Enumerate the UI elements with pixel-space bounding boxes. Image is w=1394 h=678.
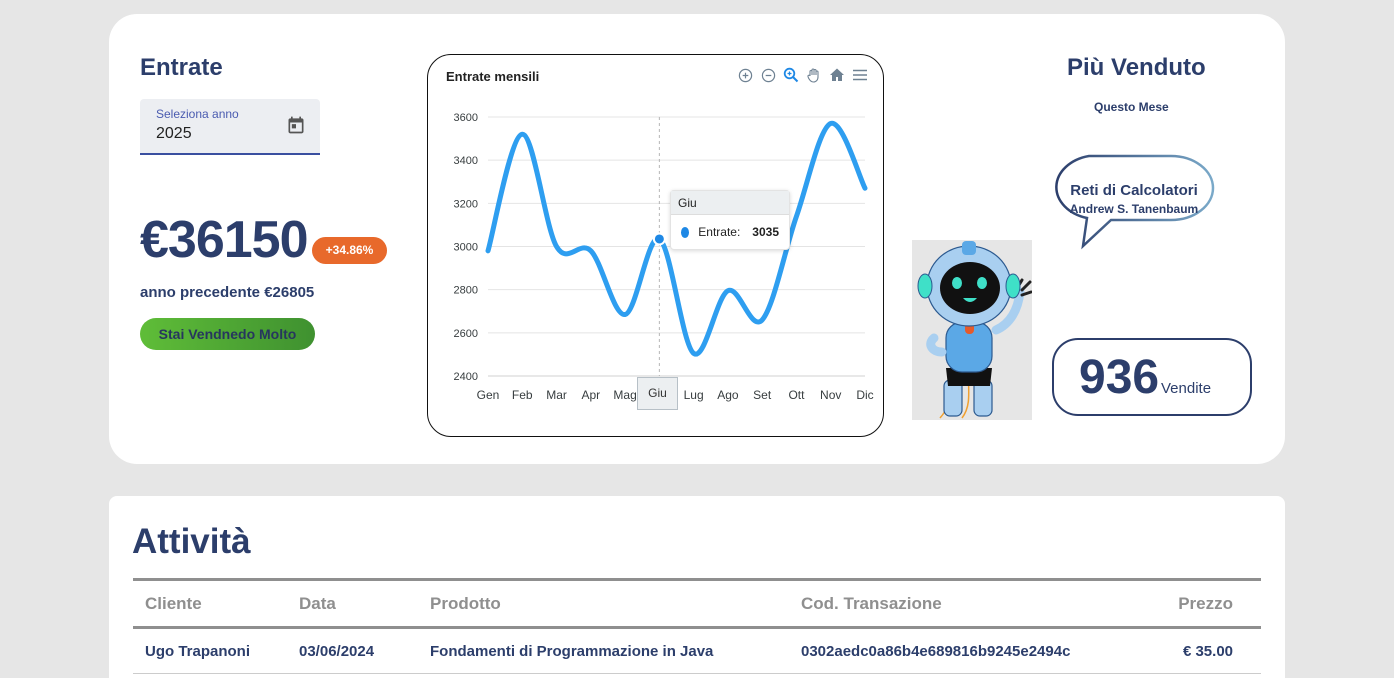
y-tick-label: 2600 [454,328,478,340]
zoom-in-icon[interactable] [736,66,754,84]
activity-title: Attività [132,522,251,561]
best-seller-period: Questo Mese [1094,100,1169,114]
tooltip-value: 3035 [752,225,779,239]
y-tick-label: 3200 [454,198,478,210]
x-tick-label: Ago [717,388,739,402]
x-tick-label: Ott [788,388,805,402]
cell-prezzo: € 35.00 [1145,627,1261,674]
robot-mascot-image [912,240,1032,420]
column-header-data[interactable]: Data [287,578,418,629]
best-seller-book-author: Andrew S. Tanenbaum [1069,202,1199,216]
y-tick-label: 3000 [454,242,478,254]
menu-icon[interactable] [851,66,869,84]
year-picker-value[interactable]: 2025 [156,125,192,143]
zoom-select-icon[interactable] [782,66,800,84]
x-tick-label: Mar [546,388,567,402]
column-header-cod-transazione[interactable]: Cod. Transazione [789,578,1146,629]
year-picker[interactable]: Seleziona anno 2025 [140,99,320,155]
data-point-giu [652,232,666,246]
year-picker-label: Seleziona anno [156,107,239,121]
change-badge: +34.86% [312,237,387,264]
cell-data: 03/06/2024 [287,627,418,674]
y-tick-label: 3600 [454,112,478,124]
column-header-cliente[interactable]: Cliente [133,578,287,629]
column-header-prezzo[interactable]: Prezzo [1145,578,1261,629]
table-header-row: Cliente Data Prodotto Cod. Transazione P… [133,578,1261,629]
crosshair-x-label: Giu [637,377,678,410]
zoom-out-icon[interactable] [759,66,777,84]
chart-tooltip: Giu Entrate: 3035 [670,190,790,250]
income-title: Entrate [140,54,223,81]
column-header-prodotto[interactable]: Prodotto [418,578,789,629]
tooltip-header: Giu [671,191,789,215]
cell-cod-transazione: 0302aedc0a86b4e689816b9245e2494c [789,627,1146,674]
series-marker-icon [681,226,690,238]
x-tick-label: Mag [613,388,636,402]
table-row[interactable]: Ugo Trapanoni 03/06/2024 Fondamenti di P… [133,627,1261,674]
y-tick-label: 2400 [454,371,478,383]
y-tick-label: 2800 [454,285,478,297]
status-pill: Stai Vendnedo Molto [140,318,315,350]
x-tick-label: Lug [684,388,704,402]
activity-card: Attività Cliente Data Prodotto Cod. Tran… [109,496,1285,678]
income-amount: €36150 [140,211,309,269]
sales-count: 936 [1079,351,1160,404]
chart-title: Entrate mensili [446,69,540,84]
best-seller-title: Più Venduto [1067,54,1206,81]
tooltip-body: Entrate: 3035 [671,215,789,249]
previous-year-income: anno precedente €26805 [140,284,315,301]
cell-cliente: Ugo Trapanoni [133,627,287,674]
home-icon[interactable] [828,66,846,84]
income-card: Entrate Seleziona anno 2025 €36150 +34.8… [109,14,1285,464]
cell-prodotto: Fondamenti di Programmazione in Java [418,627,789,674]
y-tick-label: 3400 [454,155,478,167]
x-tick-label: Nov [820,388,841,402]
calendar-icon[interactable] [286,115,306,135]
x-tick-label: Set [753,388,772,402]
x-tick-label: Feb [512,388,533,402]
x-tick-label: Gen [477,388,500,402]
sales-count-box: 936 Vendite [1052,338,1252,416]
activity-table: Cliente Data Prodotto Cod. Transazione P… [133,578,1261,674]
best-seller-book-title: Reti di Calcolatori [1070,182,1198,199]
monthly-income-chart: 2400 2600 2800 3000 3200 3400 3600 Gen Feb Mar Apr… [427,54,884,437]
pan-hand-icon[interactable] [805,66,823,84]
tooltip-series-label: Entrate: [698,225,741,239]
chart-toolbar [736,66,869,84]
sales-label: Vendite [1161,380,1212,397]
x-tick-label: Dic [856,388,873,402]
x-tick-label: Apr [581,388,600,402]
